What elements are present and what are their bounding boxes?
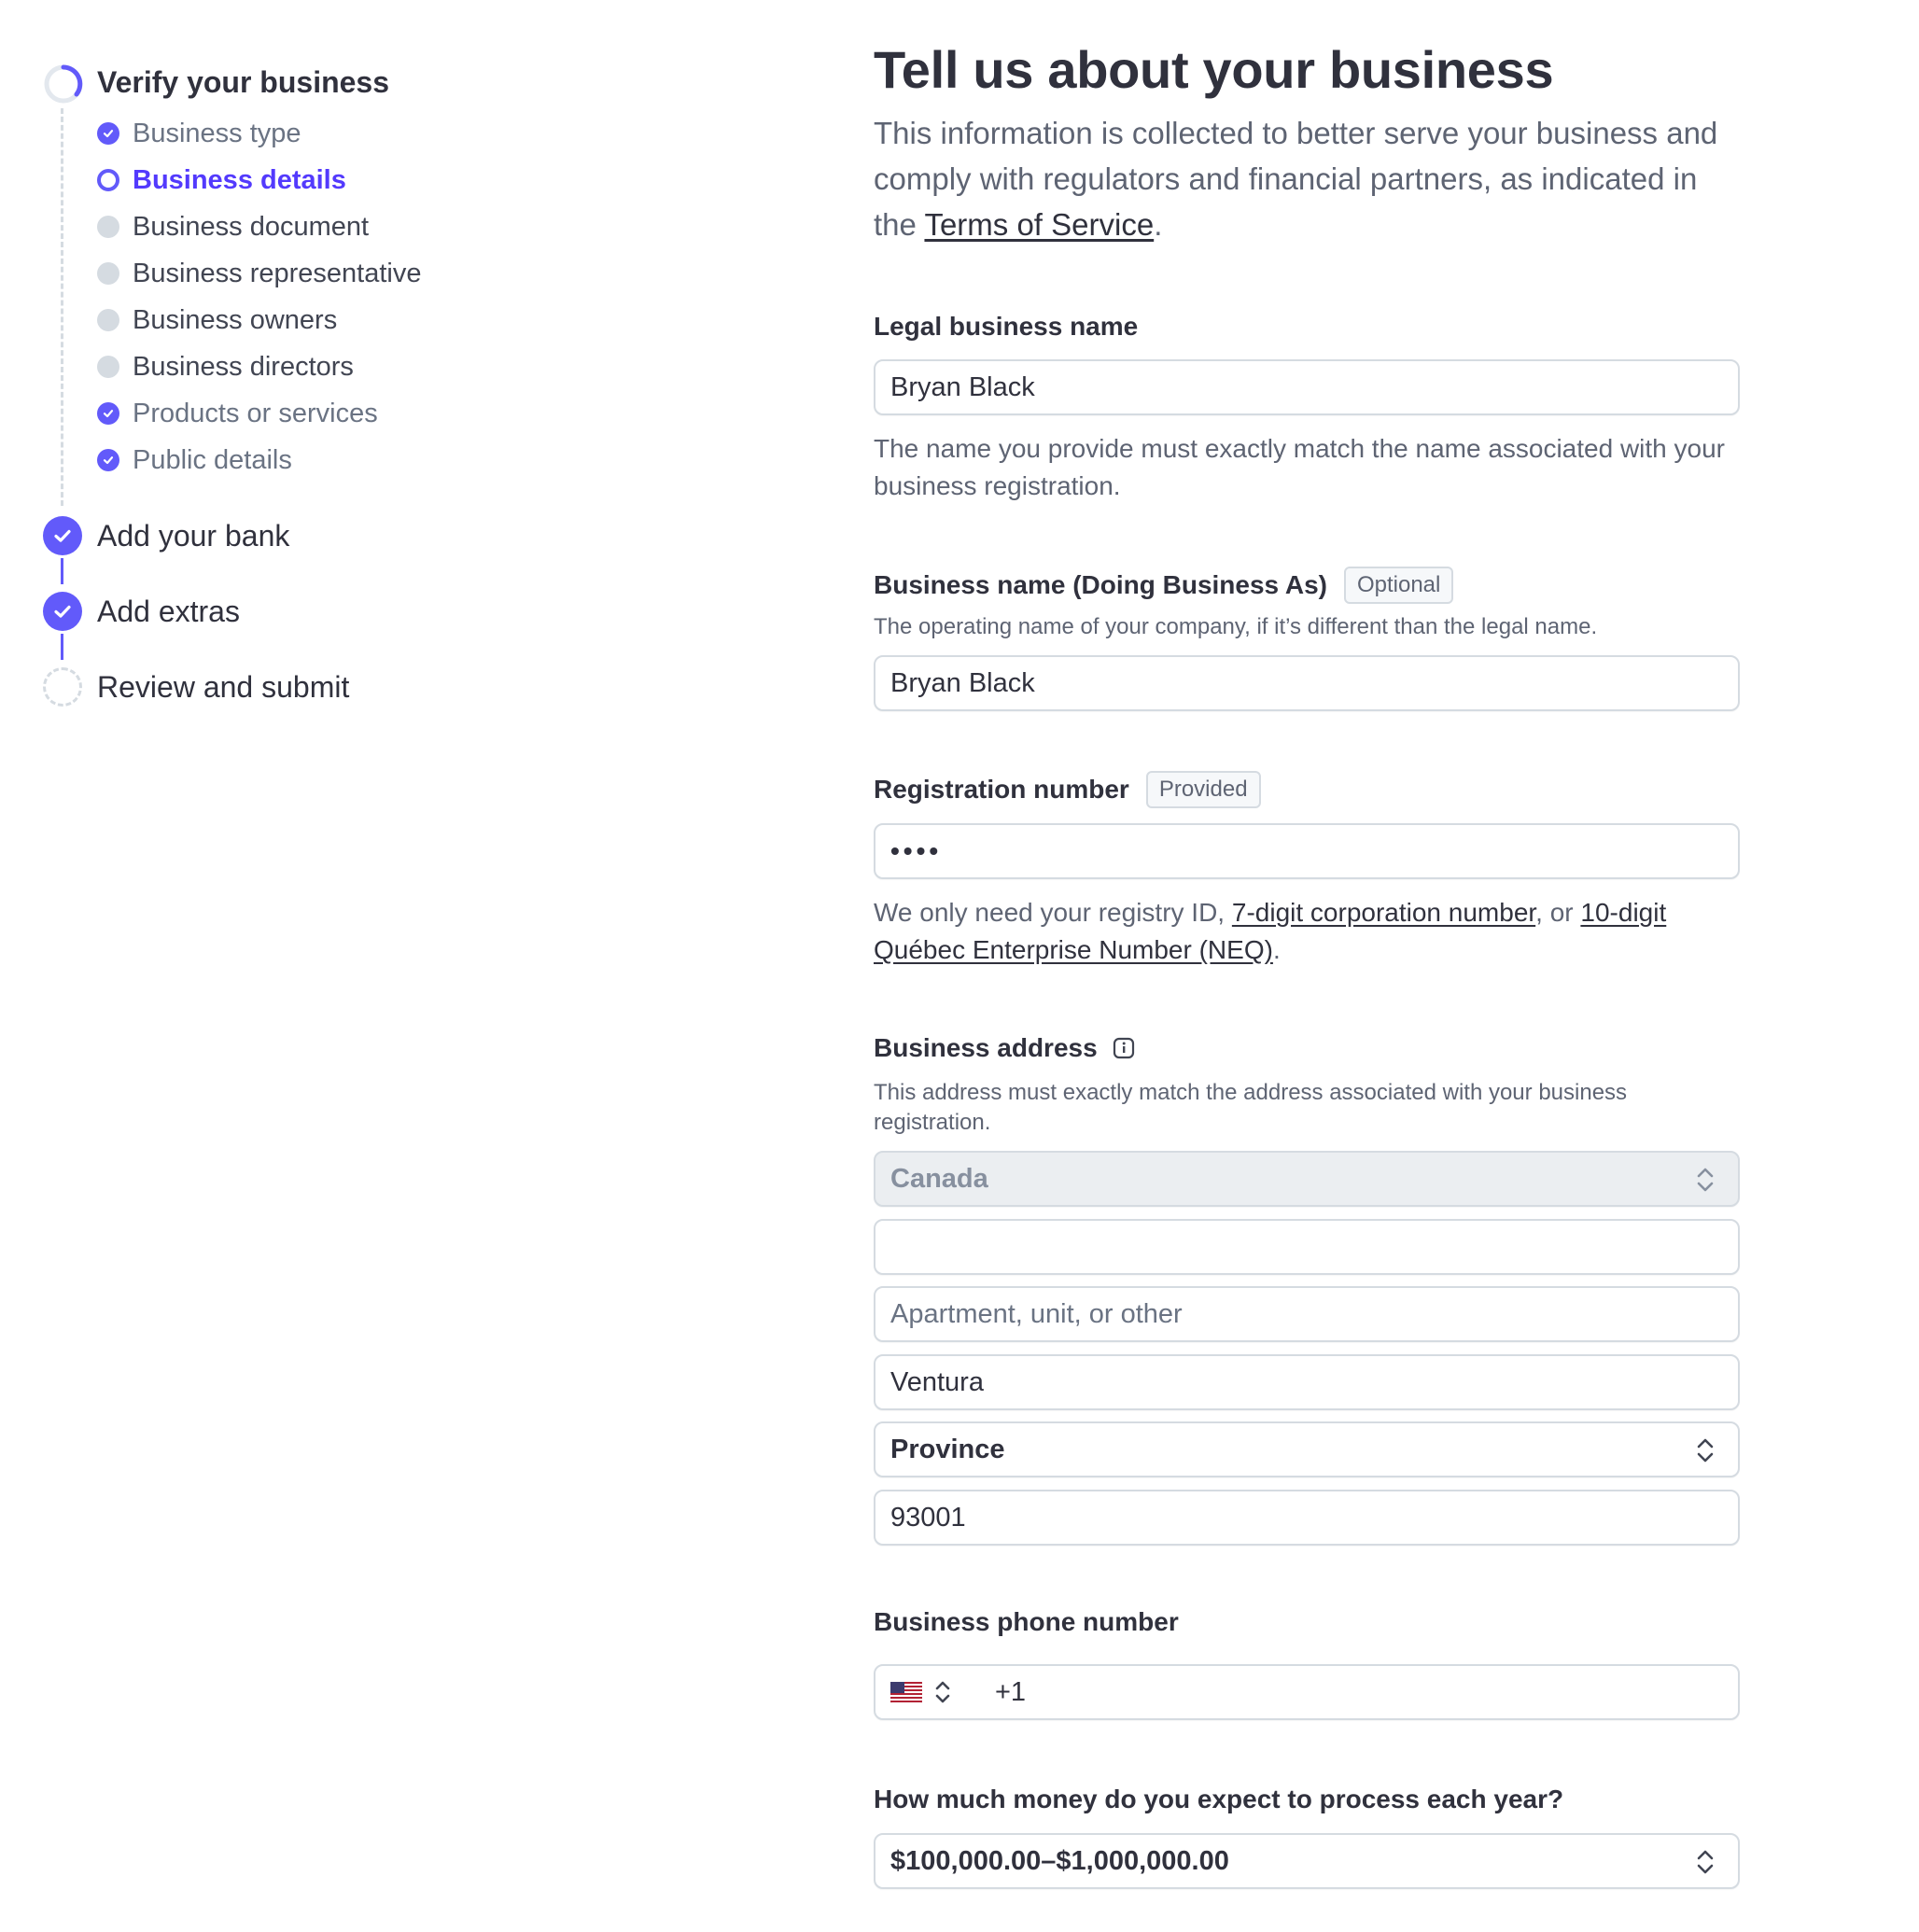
phone-label-text: Business phone number: [874, 1607, 1179, 1636]
chevron-up-down-icon: [1697, 1168, 1714, 1192]
dba-label: Business name (Doing Business As) Option…: [874, 567, 1454, 604]
registration-number-value: ••••: [890, 836, 943, 865]
legal-name-help: The name you provide must exactly match …: [874, 434, 1725, 500]
terms-of-service-link[interactable]: Terms of Service: [924, 207, 1154, 242]
legal-name-label-text: Legal business name: [874, 312, 1139, 341]
corporation-number-link[interactable]: 7-digit corporation number: [1232, 898, 1535, 927]
dba-help: The operating name of your company, if i…: [874, 614, 1598, 639]
progress-ring-icon: [44, 64, 83, 104]
address-label: Business address: [874, 1033, 1135, 1063]
processing-volume-value: $100,000.00–$1,000,000.00: [890, 1845, 1229, 1876]
onboarding-stepper: Verify your business Business type Busin…: [0, 0, 821, 747]
registration-help-text: We only need your registry ID,: [874, 898, 1232, 927]
address-label-text: Business address: [874, 1033, 1098, 1062]
country-value: Canada: [890, 1163, 988, 1194]
substep-label: Products or services: [133, 398, 378, 428]
address-line2-input[interactable]: Apartment, unit, or other: [874, 1286, 1740, 1342]
dba-value: Bryan Black: [890, 667, 1035, 698]
chevron-up-down-icon: [1697, 1438, 1714, 1463]
processing-volume-select[interactable]: $100,000.00–$1,000,000.00: [874, 1833, 1740, 1889]
page-intro: This information is collected to better …: [874, 110, 1742, 247]
registration-help: We only need your registry ID, 7-digit c…: [874, 894, 1742, 969]
registration-help-end: .: [1272, 935, 1281, 964]
info-icon[interactable]: [1113, 1037, 1135, 1059]
page-title: Tell us about your business: [874, 40, 1554, 99]
substep-products-services[interactable]: Products or services: [97, 398, 378, 429]
substep-business-type[interactable]: Business type: [97, 118, 301, 149]
address-line1-input[interactable]: [874, 1219, 1740, 1275]
phone-input[interactable]: +1: [874, 1664, 1740, 1720]
dba-input[interactable]: Bryan Black: [874, 655, 1740, 711]
legal-name-label: Legal business name: [874, 312, 1138, 342]
step-connector: [61, 634, 63, 660]
substep-label: Business owners: [133, 304, 338, 335]
city-value: Ventura: [890, 1366, 984, 1397]
optional-badge: Optional: [1343, 567, 1454, 604]
address-line2-placeholder: Apartment, unit, or other: [890, 1298, 1183, 1329]
substep-label: Business details: [133, 164, 346, 195]
volume-label-text: How much money do you expect to process …: [874, 1785, 1564, 1813]
volume-label: How much money do you expect to process …: [874, 1785, 1563, 1814]
step-review-submit[interactable]: Review and submit: [97, 670, 349, 705]
step-connector: [61, 558, 63, 584]
substep-label: Business directors: [133, 351, 354, 382]
chevron-up-down-icon[interactable]: [933, 1679, 952, 1705]
us-flag-icon[interactable]: [890, 1681, 922, 1703]
phone-label: Business phone number: [874, 1607, 1179, 1637]
pending-dot-icon: [97, 356, 119, 378]
substep-business-representative[interactable]: Business representative: [97, 258, 422, 289]
address-help: This address must exactly match the addr…: [874, 1080, 1628, 1135]
step-add-bank[interactable]: Add your bank: [97, 519, 289, 553]
check-icon: [43, 592, 82, 631]
country-select[interactable]: Canada: [874, 1151, 1740, 1207]
substep-public-details[interactable]: Public details: [97, 444, 292, 476]
check-icon: [97, 449, 119, 471]
registration-number-input[interactable]: ••••: [874, 823, 1740, 879]
substep-label: Public details: [133, 444, 292, 475]
phone-country-code: +1: [995, 1676, 1027, 1707]
pending-dot-icon: [97, 216, 119, 238]
step-verify-business[interactable]: Verify your business: [97, 65, 389, 100]
chevron-up-down-icon: [1697, 1850, 1714, 1874]
substep-business-directors[interactable]: Business directors: [97, 351, 354, 383]
pending-dot-icon: [97, 262, 119, 285]
provided-badge: Provided: [1145, 771, 1261, 808]
step-add-extras[interactable]: Add extras: [97, 595, 240, 629]
substep-business-owners[interactable]: Business owners: [97, 304, 337, 336]
postal-code-input[interactable]: 93001: [874, 1490, 1740, 1546]
legal-name-value: Bryan Black: [890, 371, 1035, 402]
substep-business-details[interactable]: Business details: [97, 164, 346, 196]
registration-label-text: Registration number: [874, 775, 1129, 804]
check-icon: [43, 516, 82, 555]
substep-label: Business representative: [133, 258, 422, 288]
city-input[interactable]: Ventura: [874, 1354, 1740, 1410]
registration-help-mid: , or: [1535, 898, 1581, 927]
dba-label-text: Business name (Doing Business As): [874, 570, 1327, 599]
step-connector: [61, 108, 63, 506]
substep-business-document[interactable]: Business document: [97, 211, 369, 243]
check-icon: [97, 402, 119, 425]
pending-step-icon: [43, 667, 82, 707]
province-select[interactable]: Province: [874, 1421, 1740, 1477]
legal-name-input[interactable]: Bryan Black: [874, 359, 1740, 415]
intro-text-end: .: [1154, 207, 1163, 242]
postal-code-value: 93001: [890, 1502, 966, 1533]
current-step-icon: [97, 169, 119, 191]
substep-label: Business document: [133, 211, 370, 242]
check-icon: [97, 122, 119, 145]
substep-label: Business type: [133, 118, 301, 148]
registration-label: Registration number Provided: [874, 771, 1261, 808]
province-value: Province: [890, 1434, 1005, 1464]
pending-dot-icon: [97, 309, 119, 331]
